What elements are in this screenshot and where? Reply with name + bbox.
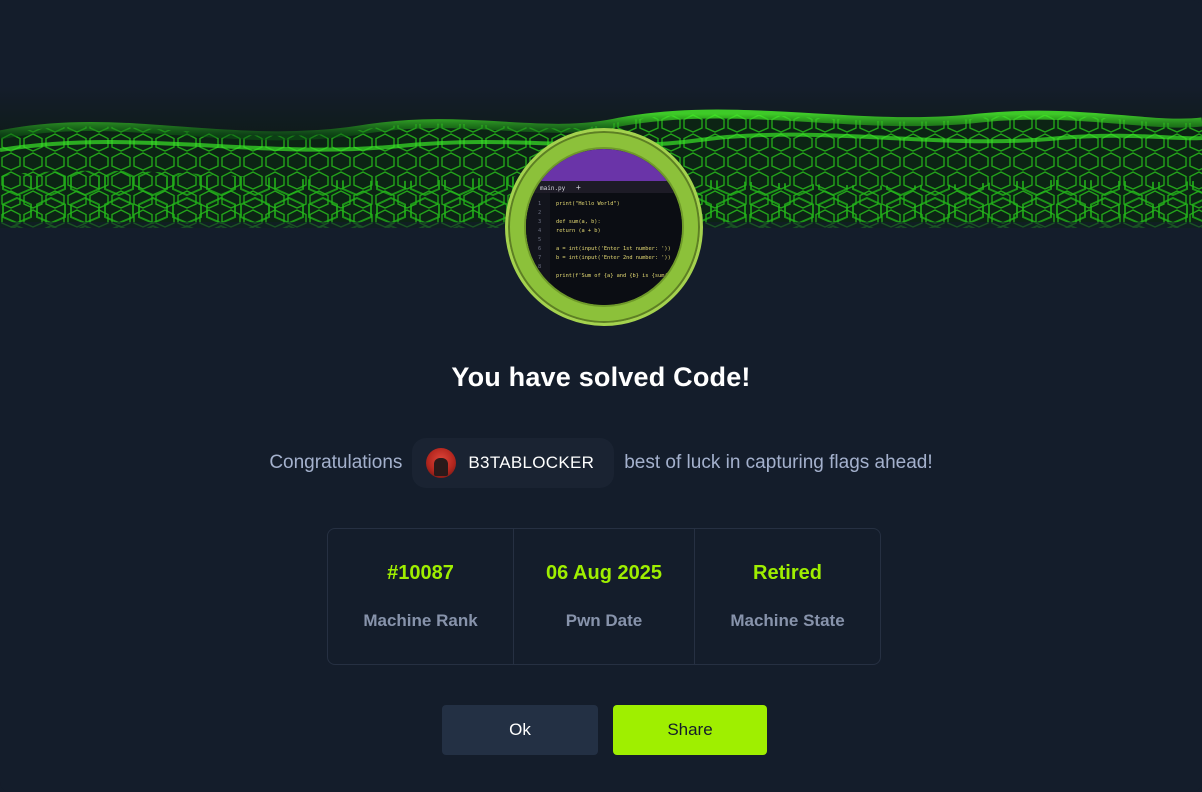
code-line: b = int(input('Enter 2nd number: ')) (556, 255, 671, 261)
stat-value: Retired (753, 562, 822, 584)
stat-pwn-date: 06 Aug 2025 Pwn Date (513, 529, 694, 664)
machine-avatar: main.py + 1 print("Hello World") 2 3 def sum… (505, 128, 703, 326)
stat-machine-rank: #10087 Machine Rank (328, 529, 513, 664)
modal-title: You have solved Code! (451, 362, 751, 392)
congrats-row: Congratulations B3TABLOCKER best of luck… (0, 437, 1202, 489)
code-line-number: 4 (538, 228, 541, 234)
code-line: def sum(a, b): (556, 219, 601, 225)
code-line: print(f'Sum of {a} and {b} is {sum(a, (556, 273, 674, 279)
code-line: a = int(input('Enter 1st number: ')) (556, 246, 671, 252)
code-line-number: 6 (538, 246, 541, 252)
code-editor-icon: main.py + 1 print("Hello World") 2 3 def sum… (524, 147, 684, 307)
stat-label: Machine Rank (363, 611, 478, 630)
code-line-number: 8 (538, 264, 541, 270)
code-line-number: 3 (538, 219, 541, 225)
user-chip[interactable]: B3TABLOCKER (412, 438, 615, 488)
congrats-prefix: Congratulations (269, 452, 403, 473)
stat-machine-state: Retired Machine State (694, 529, 880, 664)
ok-button[interactable]: Ok (442, 705, 598, 755)
code-line: print("Hello World") (556, 201, 620, 207)
code-line-number: 5 (538, 237, 541, 243)
code-tab-label: main.py (540, 185, 566, 192)
code-line-number: 7 (538, 255, 541, 261)
svg-text:+: + (576, 183, 581, 192)
stat-label: Machine State (730, 611, 845, 630)
user-name: B3TABLOCKER (468, 453, 595, 472)
stat-value: 06 Aug 2025 (546, 562, 662, 584)
stat-value: #10087 (387, 562, 454, 584)
user-avatar-icon (426, 448, 457, 478)
solved-modal: main.py + 1 print("Hello World") 2 3 def sum… (0, 0, 1202, 792)
stats-panel: #10087 Machine Rank 06 Aug 2025 Pwn Date… (327, 528, 881, 665)
code-line-number: 9 (538, 273, 541, 279)
congrats-suffix: best of luck in capturing flags ahead! (624, 452, 933, 473)
stat-label: Pwn Date (565, 611, 643, 630)
code-line-number: 1 (538, 201, 541, 207)
share-button[interactable]: Share (613, 705, 767, 755)
code-line: return (a + b) (556, 228, 601, 234)
code-line-number: 2 (538, 210, 541, 216)
